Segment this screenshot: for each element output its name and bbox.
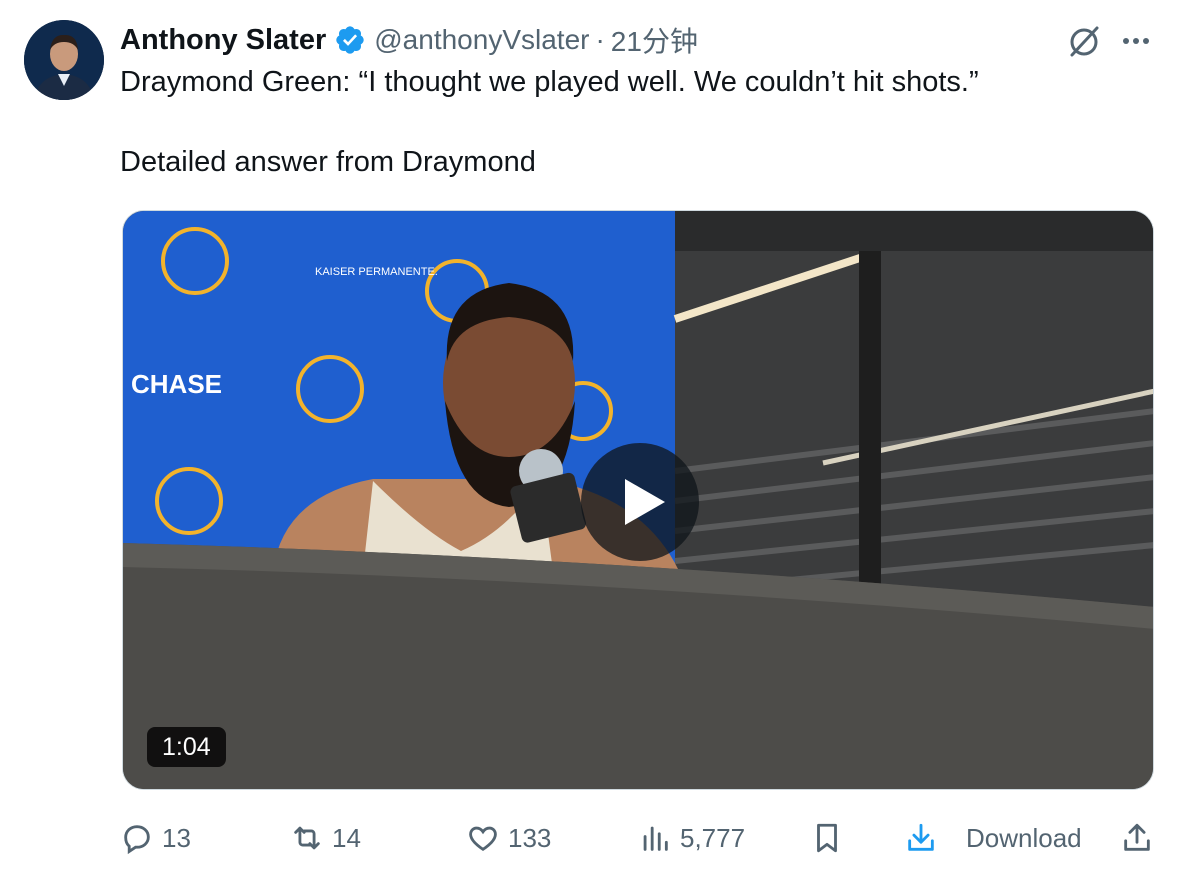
like-count: 133: [508, 822, 552, 853]
video-player[interactable]: CHASE KAISER PERMANENTE. 1:04: [122, 210, 1154, 790]
bookmark-button[interactable]: [810, 818, 852, 858]
author-handle[interactable]: @anthonyVslater: [374, 24, 589, 56]
separator-dot: ·: [595, 24, 605, 55]
bookmark-icon: [817, 823, 837, 853]
repost-count: 14: [332, 822, 361, 853]
views-button[interactable]: 5,777: [638, 818, 745, 858]
author-avatar[interactable]: [24, 20, 104, 100]
tweet-text-line2: Detailed answer from Draymond: [120, 146, 536, 178]
backdrop-chase-text: CHASE: [131, 369, 222, 399]
repost-icon: [294, 826, 320, 850]
repost-button[interactable]: 14: [290, 818, 361, 858]
author-name[interactable]: Anthony Slater: [120, 24, 326, 57]
reply-button[interactable]: 13: [120, 818, 191, 858]
like-button[interactable]: 133: [466, 818, 551, 858]
backdrop-kaiser-text: KAISER PERMANENTE.: [315, 266, 438, 278]
video-duration: 1:04: [147, 727, 226, 767]
views-count: 5,777: [680, 822, 746, 853]
play-button[interactable]: [581, 443, 699, 561]
verified-badge-icon: [336, 26, 364, 54]
views-icon: [643, 826, 668, 851]
more-icon[interactable]: [1118, 24, 1154, 58]
timestamp[interactable]: 21分钟: [611, 20, 698, 60]
download-label: Download: [966, 822, 1082, 853]
share-button[interactable]: [1120, 818, 1162, 858]
reply-icon: [124, 825, 150, 855]
download-button[interactable]: Download: [904, 818, 1082, 858]
tweet-text-line1: Draymond Green: “I thought we played wel…: [120, 66, 979, 98]
tweet-header: Anthony Slater @anthonyVslater · 21分钟: [120, 22, 698, 58]
share-icon: [1124, 823, 1150, 851]
grok-icon[interactable]: [1064, 22, 1104, 62]
reply-count: 13: [162, 822, 191, 853]
download-icon: [908, 823, 934, 851]
like-icon: [469, 826, 497, 851]
